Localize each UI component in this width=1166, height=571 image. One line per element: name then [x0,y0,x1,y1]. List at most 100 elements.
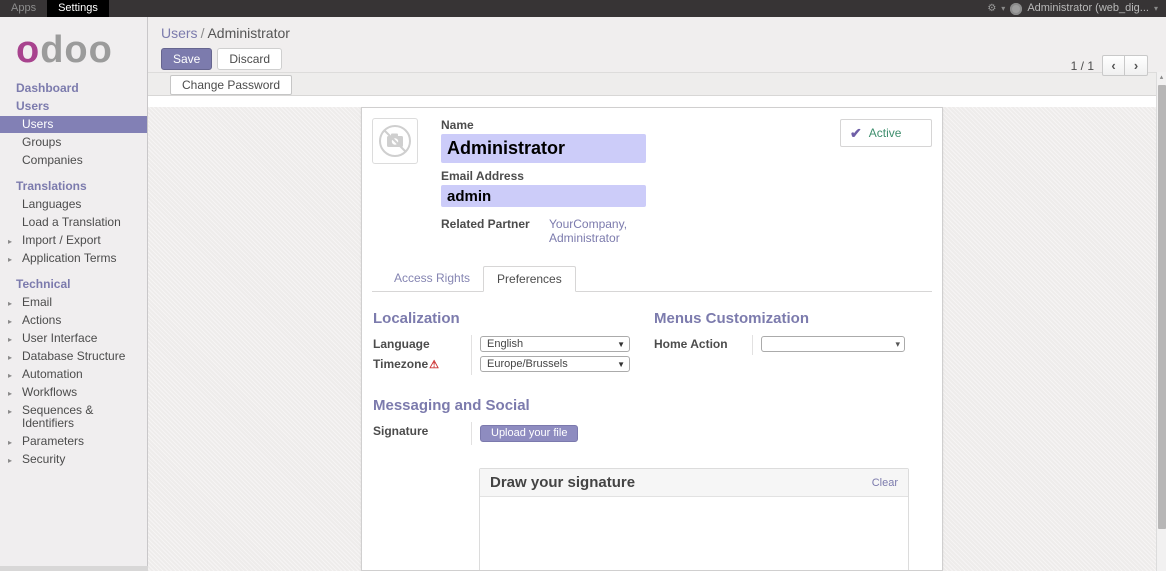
active-checkbox[interactable]: ✔ Active [840,119,932,147]
sidebar-item-database-structure[interactable]: ▸Database Structure [0,348,147,365]
pager-previous-button[interactable]: ‹ [1102,55,1125,76]
sidebar-item-label: Security [22,452,65,466]
active-label: Active [869,126,902,140]
breadcrumb-users-link[interactable]: Users [161,25,198,41]
sidebar-item-sequences-identifiers[interactable]: ▸ Sequences & Identifiers [0,402,147,432]
signature-cell: Upload your file [471,422,931,445]
sidebar-item-application-terms[interactable]: ▸ Application Terms [0,250,147,267]
timezone-row: Timezone⚠ Europe/Brussels▼ [373,355,654,375]
upload-file-button[interactable]: Upload your file [480,425,578,442]
sidebar-item-email[interactable]: ▸Email [0,294,147,311]
signature-label: Signature [373,422,471,438]
localization-group: Localization Language English▼ Timezone⚠… [373,310,654,375]
scrollbar-up-arrow-icon[interactable]: ▴ [1157,72,1166,84]
discard-button[interactable]: Discard [217,48,282,70]
sidebar-item-companies[interactable]: Companies [0,152,147,169]
email-input[interactable] [441,185,646,207]
notebook-tabs: Access Rights Preferences [372,266,932,292]
debug-caret-icon[interactable]: ▾ [1001,0,1005,17]
language-cell: English▼ [471,335,654,355]
sidebar-item-label: Import / Export [22,233,101,247]
debug-icon[interactable]: ⚙ [987,0,996,17]
sidebar-item-groups[interactable]: Groups [0,134,147,151]
pager-buttons: ‹ › [1102,55,1148,76]
sidebar-item-import-export[interactable]: ▸ Import / Export [0,232,147,249]
sidebar-heading-translations[interactable]: Translations [0,177,147,195]
select-caret-icon: ▾ [895,339,900,350]
pager-next-button[interactable]: › [1125,55,1148,76]
form-view-background: Name Email Address Related Partner YourC… [148,107,1166,571]
select-arrow-icon: ▼ [617,360,625,369]
sidebar-item-users[interactable]: Users [0,116,147,133]
form-button-strip: Change Password [148,72,1166,96]
related-partner-row: Related Partner YourCompany, Administrat… [441,217,646,245]
sidebar-item-parameters[interactable]: ▸Parameters [0,433,147,450]
sidebar-item-label: Workflows [22,385,77,399]
sheet-top-section: Name Email Address Related Partner YourC… [362,108,942,245]
user-avatar[interactable] [1010,3,1022,15]
top-navbar: Apps Settings ⚙ ▾ Administrator (web_dig… [0,0,1166,17]
signature-canvas[interactable] [480,497,908,571]
checkmark-icon: ✔ [850,125,862,142]
sidebar-item-workflows[interactable]: ▸ Workflows [0,384,147,401]
menus-customization-title: Menus Customization [654,310,931,327]
sidebar-item-languages[interactable]: Languages [0,196,147,213]
logo-letter-magenta: o [16,29,40,71]
sidebar-item-load-a-translation[interactable]: Load a Translation [0,214,147,231]
timezone-label: Timezone⚠ [373,355,471,371]
related-partner-label: Related Partner [441,217,549,245]
language-label: Language [373,335,471,351]
vertical-scrollbar[interactable]: ▴ [1156,72,1166,571]
home-action-select[interactable]: ▾ [761,336,905,352]
expand-arrow-icon: ▸ [8,253,12,266]
expand-arrow-icon: ▸ [8,454,12,467]
related-partner-link[interactable]: YourCompany, Administrator [549,217,627,245]
sidebar-item-security[interactable]: ▸ Security [0,451,147,468]
tab-access-rights[interactable]: Access Rights [381,266,483,292]
control-panel: Users/Administrator Save Discard 1 / 1 ‹… [148,17,1166,72]
sidebar-item-label: Sequences & Identifiers [22,403,93,430]
action-buttons: Save Discard [161,48,1166,70]
sidebar-heading-technical[interactable]: Technical [0,275,147,293]
change-password-button[interactable]: Change Password [170,75,292,95]
email-label: Email Address [441,169,646,183]
timezone-select[interactable]: Europe/Brussels▼ [480,356,630,372]
scrollbar-thumb[interactable] [1158,85,1166,529]
signature-clear-link[interactable]: Clear [872,477,898,489]
user-photo-placeholder[interactable] [372,118,418,164]
expand-arrow-icon: ▸ [8,297,12,310]
sidebar-item-automation[interactable]: ▸Automation [0,366,147,383]
sidebar-item-label: Database Structure [22,349,125,363]
timezone-label-text: Timezone [373,357,428,371]
language-select[interactable]: English▼ [480,336,630,352]
camera-off-icon [377,123,413,159]
identity-fields: Name Email Address Related Partner YourC… [441,118,646,245]
main-menu: Apps Settings [0,0,109,17]
language-row: Language English▼ [373,335,654,355]
odoo-logo: odoo [0,17,147,79]
sidebar: odoo Dashboard Users Users Groups Compan… [0,17,148,571]
sidebar-item-label: Actions [22,313,61,327]
expand-arrow-icon: ▸ [8,235,12,248]
main-area: Users/Administrator Save Discard 1 / 1 ‹… [148,17,1166,571]
form-sheet: Name Email Address Related Partner YourC… [361,107,943,571]
menu-settings[interactable]: Settings [47,0,109,17]
tab-preferences[interactable]: Preferences [483,266,576,292]
expand-arrow-icon: ▸ [8,333,12,346]
menu-apps[interactable]: Apps [0,0,47,17]
name-input[interactable] [441,134,646,163]
user-caret-icon[interactable]: ▾ [1154,0,1158,17]
user-menu[interactable]: Administrator (web_dig... [1027,0,1149,17]
language-value: English [487,338,523,350]
sidebar-item-label: Parameters [22,434,84,448]
save-button[interactable]: Save [161,48,212,70]
expand-arrow-icon: ▸ [8,387,12,400]
sidebar-item-user-interface[interactable]: ▸User Interface [0,330,147,347]
expand-arrow-icon: ▸ [8,405,12,418]
sidebar-item-label: Application Terms [22,251,117,265]
menus-customization-group: Menus Customization Home Action ▾ [654,310,931,375]
timezone-cell: Europe/Brussels▼ [471,355,654,375]
sidebar-item-actions[interactable]: ▸Actions [0,312,147,329]
sidebar-heading-users[interactable]: Users [0,97,147,115]
sidebar-item-dashboard[interactable]: Dashboard [0,79,147,97]
